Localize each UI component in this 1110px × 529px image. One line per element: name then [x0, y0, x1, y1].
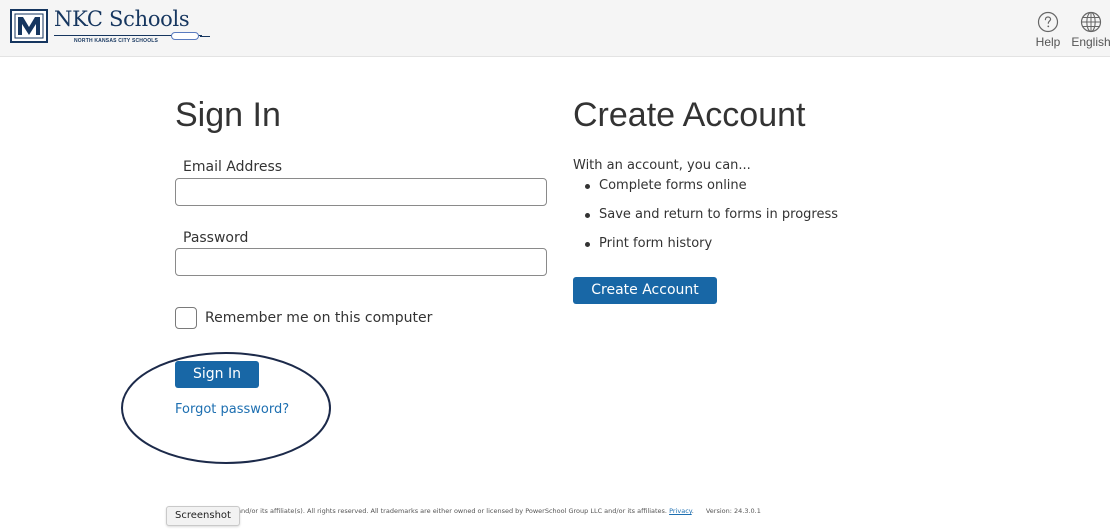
email-label: Email Address: [183, 159, 283, 175]
footer-period: .: [691, 507, 694, 515]
sign-in-button[interactable]: Sign In: [175, 361, 259, 388]
remember-me-checkbox[interactable]: [175, 307, 197, 329]
help-icon: [1037, 11, 1059, 33]
benefits-list: Complete forms online Save and return to…: [585, 178, 838, 265]
footer: rSchool Group LLC and/or its affiliate(s…: [175, 507, 761, 515]
sign-in-title: Sign In: [175, 96, 281, 134]
top-header: NKC Schools NORTH KANSAS CITY SCHOOLS He…: [0, 0, 1110, 57]
create-account-intro: With an account, you can...: [573, 158, 751, 173]
create-account-button[interactable]: Create Account: [573, 277, 717, 304]
benefit-item: Complete forms online: [585, 178, 838, 207]
email-input[interactable]: [175, 178, 547, 206]
benefit-item: Save and return to forms in progress: [585, 207, 838, 236]
remember-me-label: Remember me on this computer: [205, 310, 433, 326]
logo-badge: [171, 32, 199, 40]
password-input[interactable]: [175, 248, 547, 276]
create-account-title: Create Account: [573, 96, 806, 134]
password-label: Password: [183, 230, 249, 246]
remember-me-row[interactable]: Remember me on this computer: [175, 307, 535, 331]
forgot-password-link[interactable]: Forgot password?: [175, 402, 289, 417]
privacy-link[interactable]: Privacy: [669, 507, 692, 515]
footer-copyright: rSchool Group LLC and/or its affiliate(s…: [175, 507, 667, 515]
nkc-logo-emblem: [10, 9, 48, 43]
benefit-item: Print form history: [585, 236, 838, 265]
nkc-schools-logo[interactable]: NKC Schools NORTH KANSAS CITY SCHOOLS: [10, 7, 210, 51]
logo-name: NKC Schools: [54, 7, 190, 31]
version-label: Version: 24.3.0.1: [705, 507, 761, 515]
language-button[interactable]: English: [1066, 11, 1110, 49]
language-label: English: [1071, 35, 1110, 49]
logo-subtitle: NORTH KANSAS CITY SCHOOLS: [74, 38, 159, 44]
logo-badge-line: [200, 36, 210, 37]
screenshot-tooltip: Screenshot: [166, 506, 240, 526]
globe-icon: [1080, 11, 1102, 33]
